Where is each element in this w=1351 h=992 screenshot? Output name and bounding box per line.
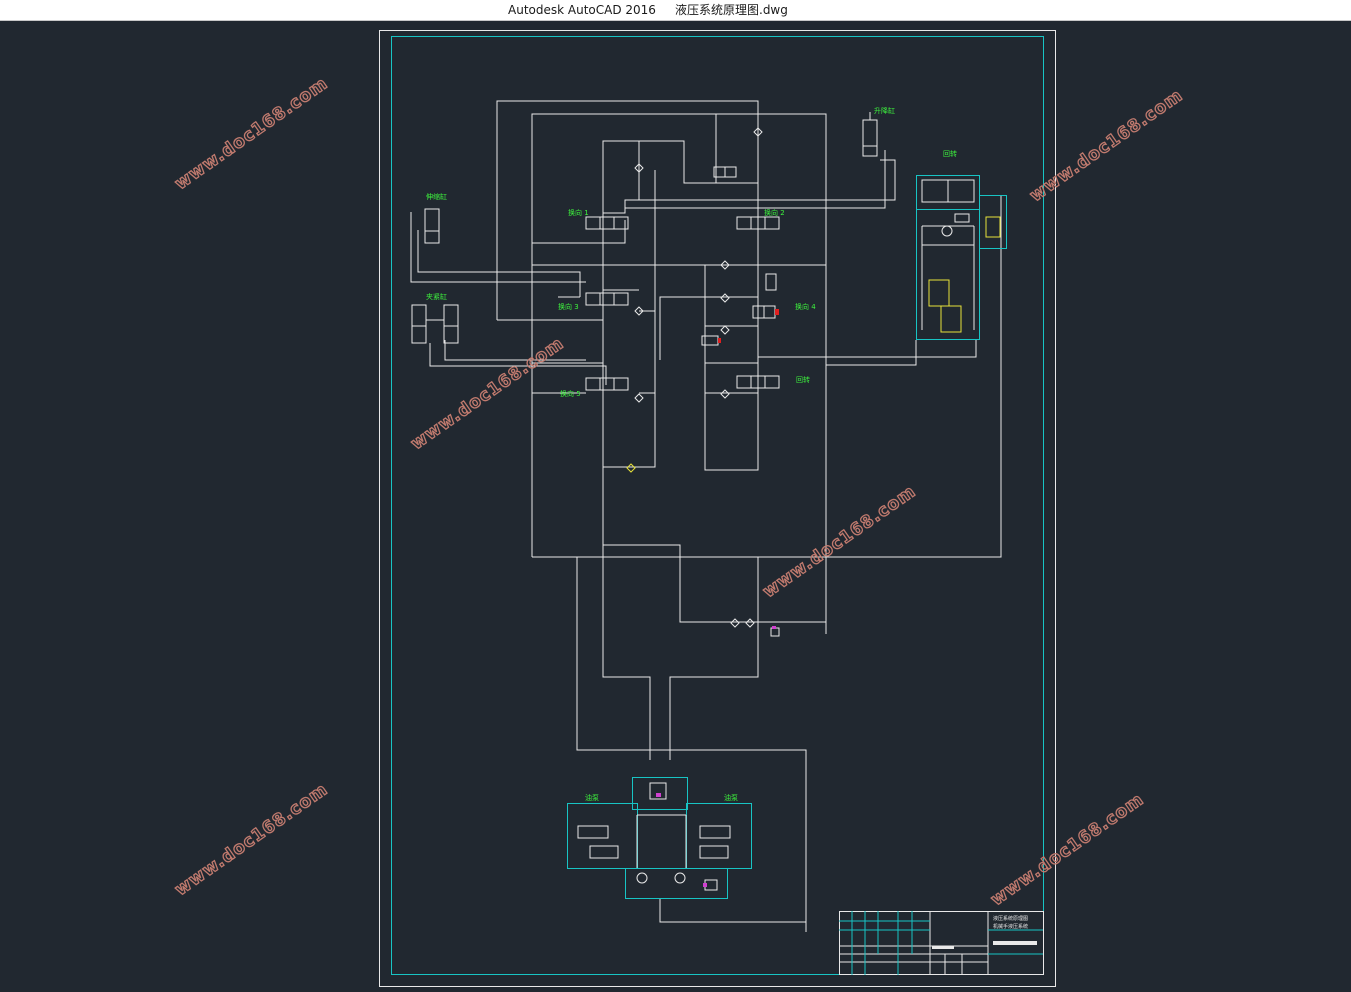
label-rotate: 回转 xyxy=(943,149,957,158)
label-lift-cylinder: 升降缸 xyxy=(874,106,895,115)
valve-block-top xyxy=(713,166,737,178)
drawing-canvas[interactable]: 升降缸 回转 伸缩缸 换向 1 换向 2 夹紧缸 换向 3 换向 4 换向 5 … xyxy=(0,20,1351,992)
valve-block-4 xyxy=(752,305,779,319)
file-name: 液压系统原理图.dwg xyxy=(675,3,788,17)
label-valve-5: 换向 5 xyxy=(560,389,581,398)
window-title: Autodesk AutoCAD 2016 液压系统原理图.dwg xyxy=(0,0,1351,20)
cylinder-left-2[interactable] xyxy=(411,304,459,344)
watermark-5: www.doc168.com xyxy=(171,779,331,900)
valve-block-5 xyxy=(585,377,629,391)
rotate-module[interactable] xyxy=(916,175,1007,340)
watermarks: www.doc168.com www.doc168.com www.doc168… xyxy=(171,73,1188,911)
label-valve-2: 换向 2 xyxy=(764,208,785,217)
title-block[interactable]: 液压系统原理图 机械手液压系统 xyxy=(839,911,1044,975)
component-labels: 升降缸 回转 伸缩缸 换向 1 换向 2 夹紧缸 换向 3 换向 4 换向 5 … xyxy=(426,106,957,802)
label-arm-cylinder: 伸缩缸 xyxy=(426,192,447,201)
title-block-subtitle: 机械手液压系统 xyxy=(993,923,1028,930)
label-valve-3: 换向 3 xyxy=(558,302,579,311)
valve-block-3 xyxy=(585,292,629,306)
valve-block-mid xyxy=(765,273,777,291)
watermark-6: www.doc168.com xyxy=(987,789,1147,910)
title-block-drawing-title: 液压系统原理图 xyxy=(993,915,1028,922)
watermark-3: www.doc168.com xyxy=(407,333,567,454)
label-clamp-cylinder: 夹紧缸 xyxy=(426,292,447,301)
label-pump-right: 油泵 xyxy=(724,793,738,802)
cylinder-top-right[interactable] xyxy=(862,112,878,157)
watermark-2: www.doc168.com xyxy=(1026,85,1186,206)
label-valve-6: 回转 xyxy=(796,375,810,384)
lower-circuit[interactable] xyxy=(567,544,827,932)
upper-circuit[interactable] xyxy=(410,100,1002,634)
label-pump-left: 油泵 xyxy=(585,793,599,802)
title-bar: Autodesk AutoCAD 2016 液压系统原理图.dwg xyxy=(0,0,1351,21)
valve-block-1 xyxy=(585,216,629,230)
watermark-1: www.doc168.com xyxy=(171,73,331,194)
label-valve-4: 换向 4 xyxy=(795,302,816,311)
cylinder-left-1[interactable] xyxy=(424,208,440,244)
watermark-4: www.doc168.com xyxy=(759,481,919,602)
sheet-outer-border xyxy=(379,30,1056,987)
app-name: Autodesk AutoCAD 2016 xyxy=(508,3,656,17)
label-valve-1: 换向 1 xyxy=(568,208,589,217)
